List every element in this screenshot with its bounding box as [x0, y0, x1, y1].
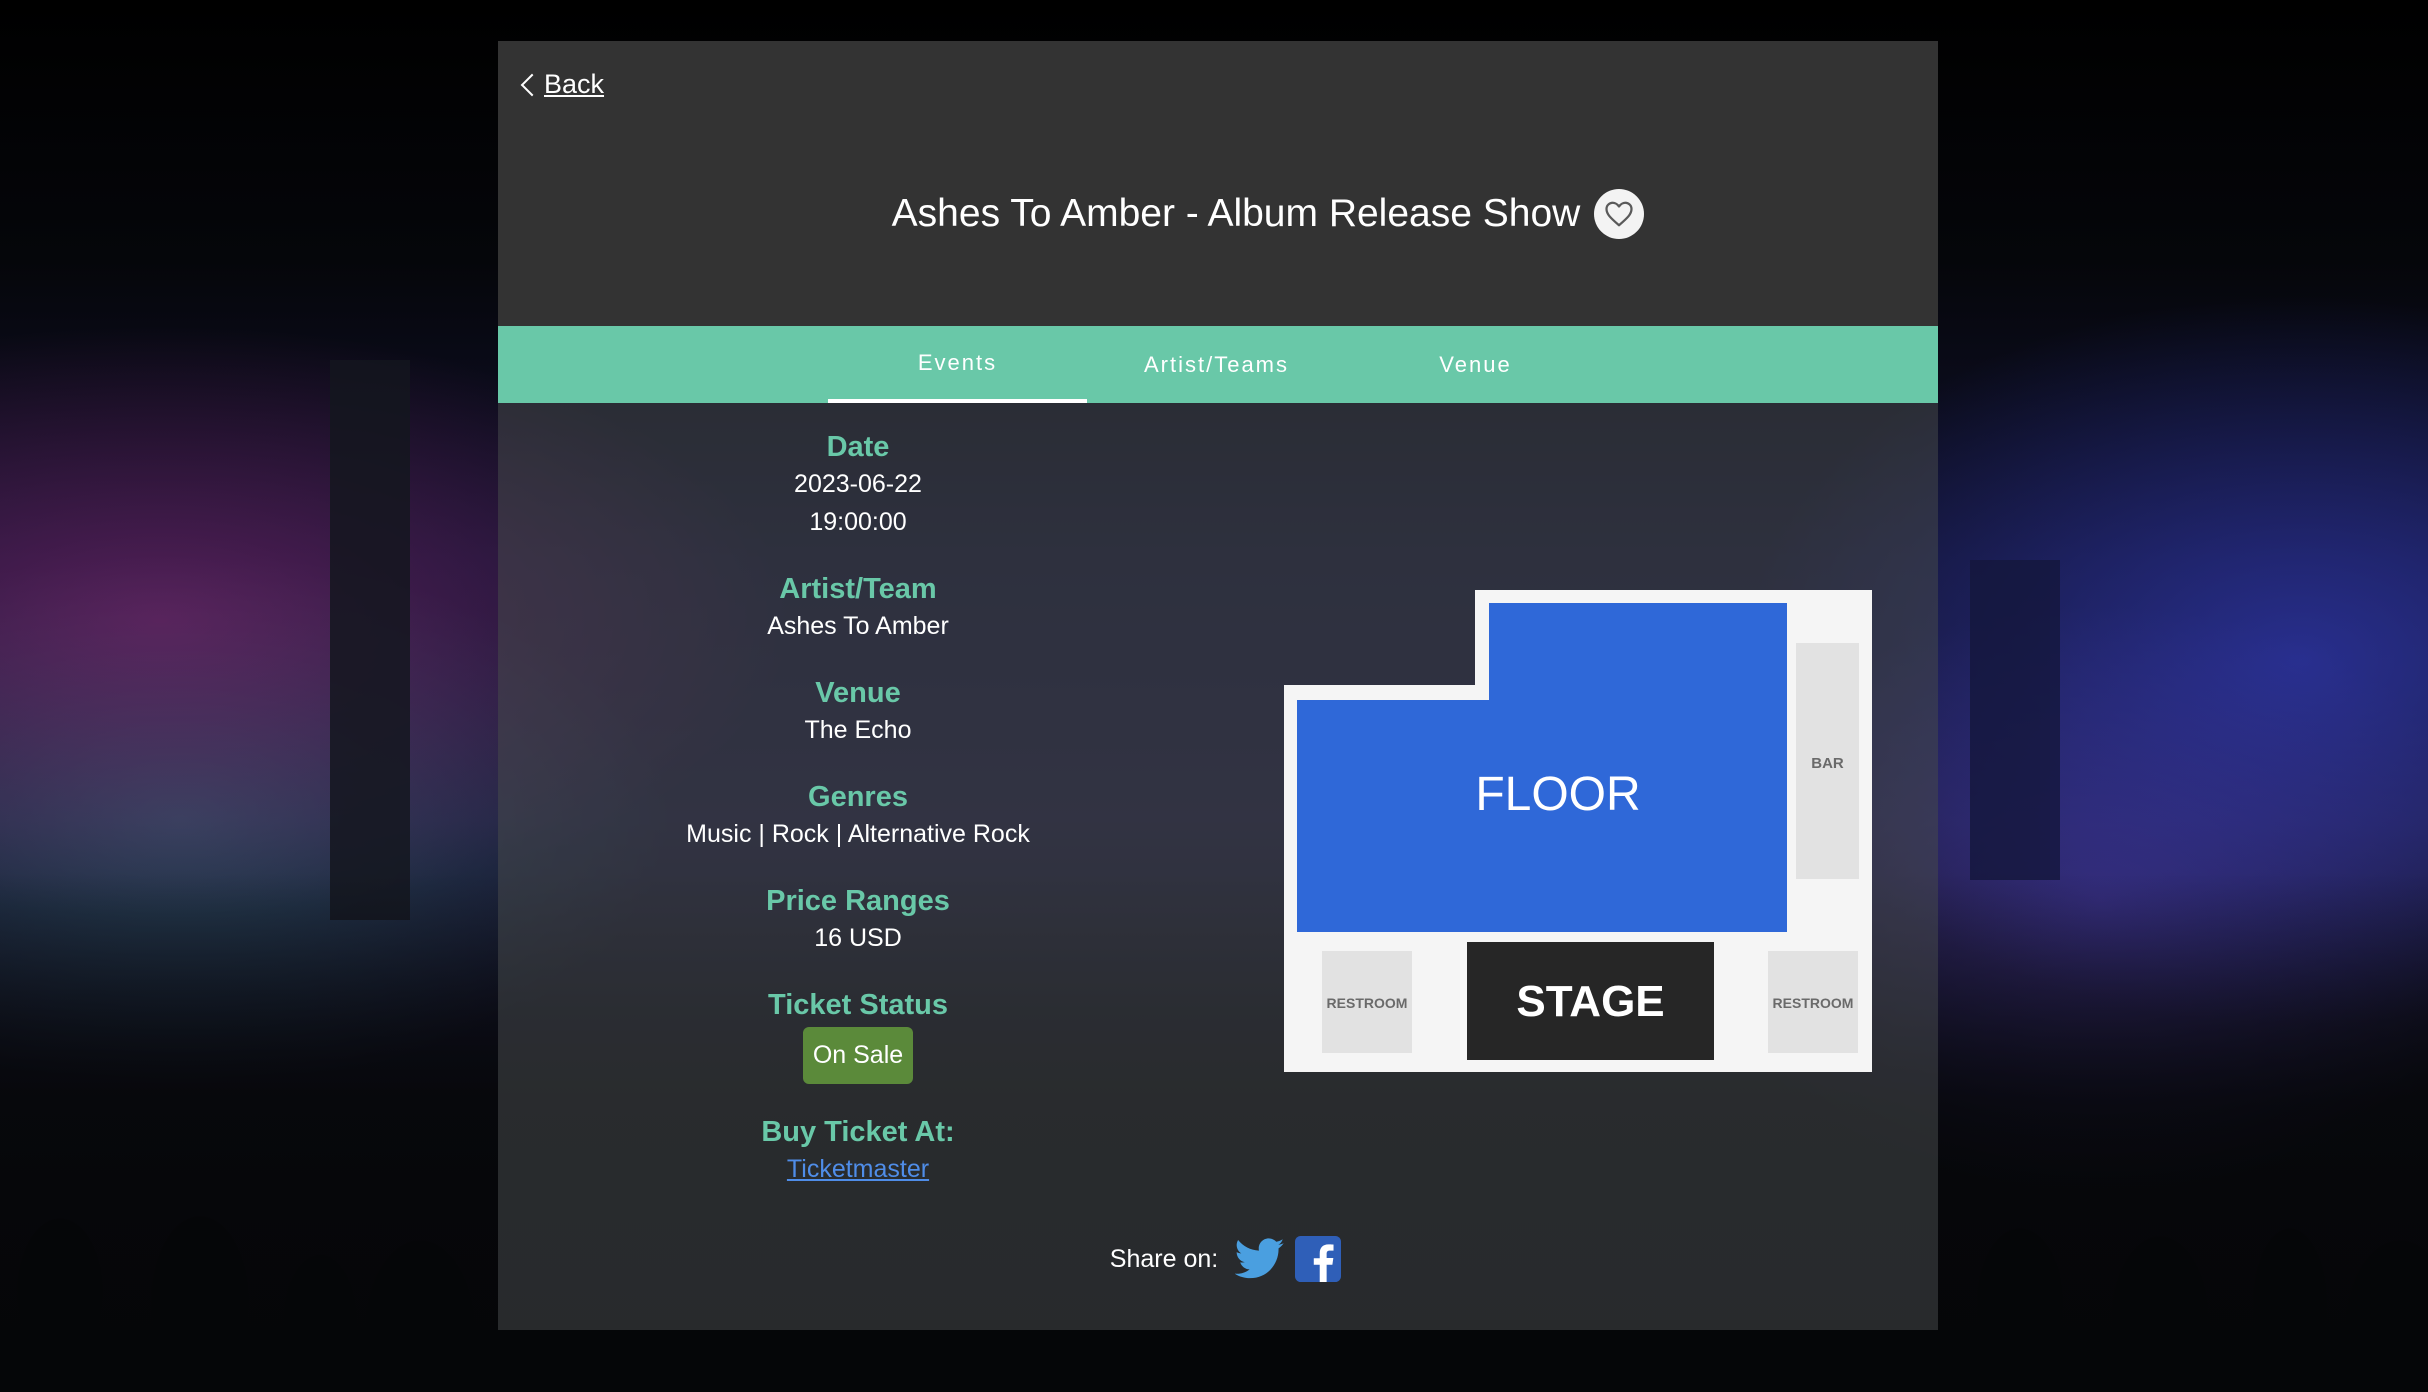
card-header	[498, 41, 1938, 326]
restroom-right-label: RESTROOM	[1773, 995, 1854, 1011]
date-value: 2023-06-22	[794, 470, 922, 498]
genres-label: Genres	[808, 781, 908, 813]
stage-label: STAGE	[1516, 977, 1664, 1026]
share-label: Share on:	[1109, 1244, 1219, 1273]
buy-ticket-label: Buy Ticket At:	[761, 1116, 955, 1148]
back-link[interactable]: Back	[520, 69, 604, 100]
background-speaker-right	[1970, 560, 2060, 880]
favorite-button[interactable]	[1594, 189, 1645, 239]
tab-events[interactable]: Events	[828, 326, 1087, 403]
artist-field: Artist/Team Ashes To Amber	[658, 571, 1058, 645]
artist-value: Ashes To Amber	[767, 612, 949, 640]
facebook-icon	[1295, 1236, 1342, 1282]
date-field: Date 2023-06-22 19:00:00	[658, 429, 1058, 541]
tab-bar: Events Artist/Teams Venue	[498, 326, 1938, 403]
event-details: Date 2023-06-22 19:00:00 Artist/Team Ash…	[658, 429, 1058, 1218]
artist-label: Artist/Team	[779, 573, 937, 605]
status-badge: On Sale	[802, 1027, 914, 1084]
back-label: Back	[544, 69, 605, 99]
venue-seat-map: FLOOR BAR RESTROOM STAGE RESTROOM	[1284, 590, 1872, 1072]
twitter-icon	[1235, 1238, 1285, 1279]
tab-artist-teams[interactable]: Artist/Teams	[1087, 326, 1346, 403]
event-title: Ashes To Amber - Album Release Show	[891, 192, 1581, 235]
ticketmaster-link[interactable]: Ticketmaster	[787, 1155, 929, 1183]
event-detail-card: Back Ashes To Amber - Album Release Show…	[498, 41, 1938, 1330]
ticket-status-label: Ticket Status	[768, 989, 948, 1021]
chevron-left-icon	[520, 73, 544, 96]
event-title-row: Ashes To Amber - Album Release Show	[498, 189, 1938, 239]
restroom-left-label: RESTROOM	[1327, 995, 1408, 1011]
genres-field: Genres Music | Rock | Alternative Rock	[658, 779, 1058, 853]
venue-label: Venue	[815, 677, 901, 709]
background-speaker-left	[330, 360, 410, 920]
share-row: Share on:	[498, 1236, 1938, 1282]
floor-label: FLOOR	[1475, 768, 1640, 821]
bar-label: BAR	[1811, 755, 1844, 772]
ticket-status-field: Ticket Status On Sale	[658, 987, 1058, 1084]
facebook-share-button[interactable]	[1295, 1236, 1342, 1282]
price-value: 16 USD	[814, 924, 902, 952]
genres-value: Music | Rock | Alternative Rock	[686, 820, 1030, 848]
price-label: Price Ranges	[766, 885, 950, 917]
venue-field: Venue The Echo	[658, 675, 1058, 749]
date-label: Date	[826, 431, 890, 463]
buy-ticket-field: Buy Ticket At: Ticketmaster	[658, 1114, 1058, 1188]
heart-outline-icon	[1605, 201, 1633, 227]
tab-venue[interactable]: Venue	[1346, 326, 1605, 403]
venue-value: The Echo	[804, 716, 912, 744]
time-value: 19:00:00	[809, 508, 907, 536]
price-field: Price Ranges 16 USD	[658, 883, 1058, 957]
twitter-share-button[interactable]	[1235, 1238, 1285, 1280]
